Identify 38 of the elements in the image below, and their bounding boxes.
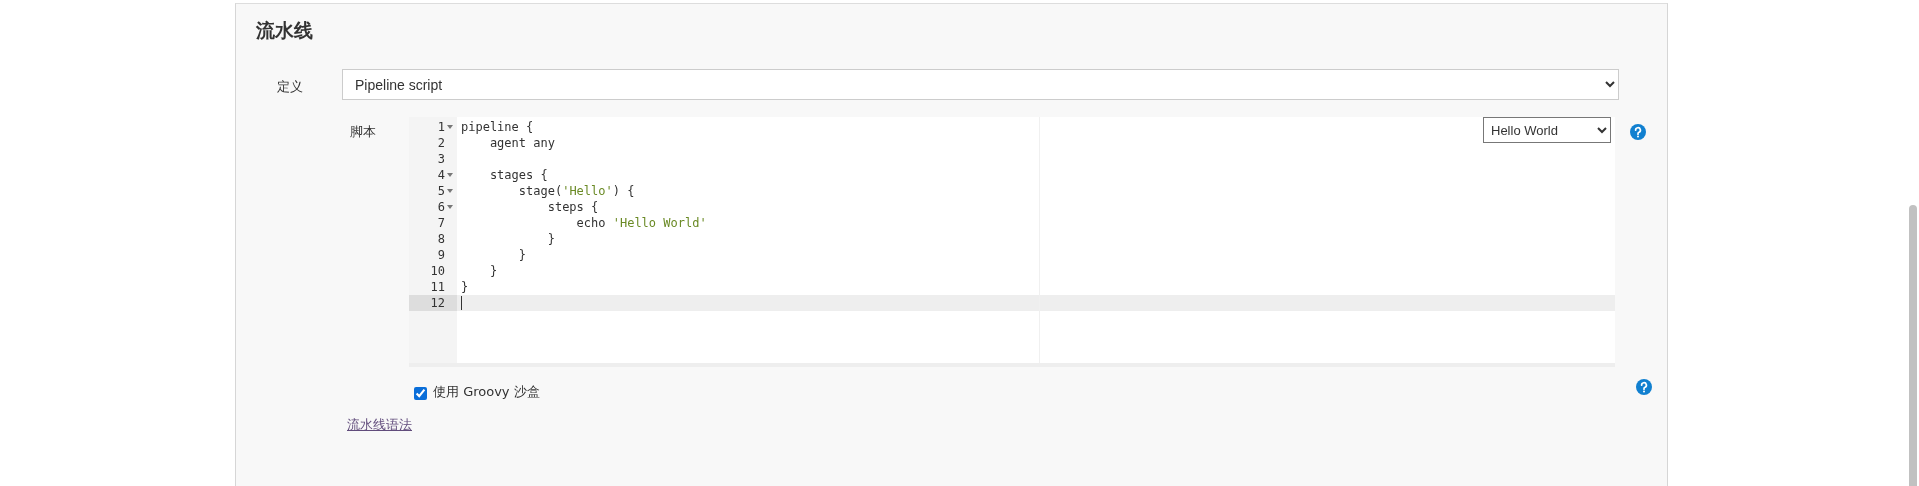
syntax-link[interactable]: 流水线语法 [347, 417, 412, 432]
line-number: 7 [437, 215, 445, 231]
line-number: 10 [430, 263, 445, 279]
line-number: 8 [437, 231, 445, 247]
code-line: pipeline { [461, 119, 534, 135]
code-line: echo 'Hello World' [575, 215, 707, 231]
scrollbar[interactable] [1909, 205, 1917, 486]
help-icon[interactable] [1636, 379, 1652, 395]
fold-arrow-icon[interactable] [447, 189, 453, 193]
code-line: stage('Hello') { [517, 183, 635, 199]
text-cursor [461, 296, 462, 310]
fold-arrow-icon[interactable] [447, 125, 453, 129]
code-line: } [461, 279, 469, 295]
definition-dropdown[interactable]: Pipeline script [342, 69, 1619, 100]
field-label: 定义 [276, 78, 304, 96]
line-number: 11 [430, 279, 445, 295]
field-label: 脚本 [349, 123, 377, 141]
line-number: 5 [437, 183, 445, 199]
code-line: steps { [546, 199, 599, 215]
checkbox[interactable] [414, 386, 427, 400]
fold-arrow-icon[interactable] [447, 205, 453, 209]
line-number: 4 [437, 167, 445, 183]
code-line: } [488, 263, 498, 279]
line-number: 3 [437, 151, 445, 167]
code-line: stages { [488, 167, 548, 183]
line-number: 12 [430, 295, 445, 311]
code-line: agent any [488, 135, 555, 151]
code-line: } [517, 247, 527, 263]
line-number: 2 [437, 135, 445, 151]
line-number: 1 [437, 119, 445, 135]
section-title: 流水线 [256, 18, 314, 43]
fold-arrow-icon[interactable] [447, 173, 453, 177]
line-number: 6 [437, 199, 445, 215]
template-dropdown[interactable]: Hello World [1483, 117, 1611, 143]
checkbox-label: 使用 Groovy 沙盒 [433, 383, 541, 401]
code-line: } [546, 231, 555, 247]
help-icon[interactable] [1630, 124, 1646, 140]
line-number: 9 [437, 247, 445, 263]
